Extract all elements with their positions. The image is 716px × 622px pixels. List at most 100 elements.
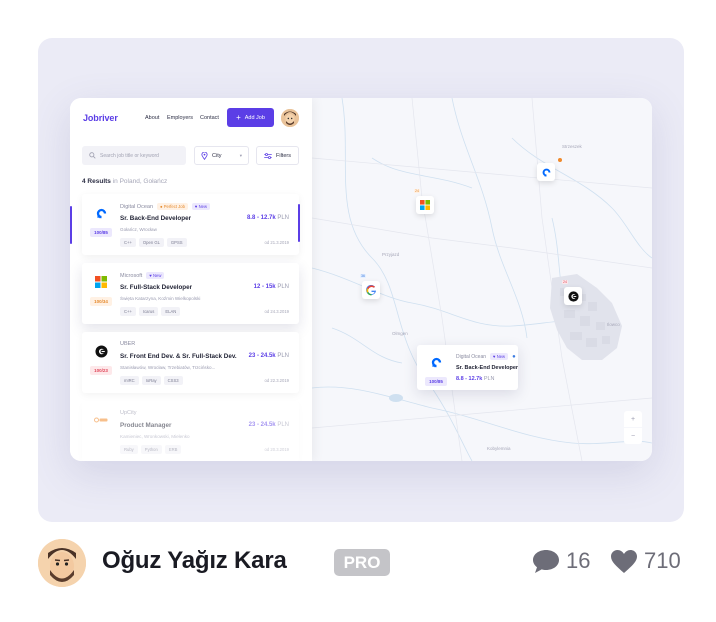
salary-range: 23 - 24.5k [248,422,276,428]
heart-icon: ♥ [493,354,496,359]
zoom-out-button[interactable]: − [624,428,642,444]
job-card-uber[interactable]: 100/23 UBER Sr. Front End Dev. & Sr. Ful… [82,332,299,393]
tag: C++ [120,238,136,247]
job-company: UpCity [120,410,137,416]
flame-icon: ● [160,204,163,209]
map-view[interactable]: Strzeszek Przyjazd Olmgen Kobylemnia Ilo… [312,98,652,461]
job-location: Gołańcz, Wrocław [120,227,157,232]
digital-ocean-logo-icon [542,168,550,176]
google-logo-icon [365,284,376,296]
job-list-panel: Jobriver About Employers Contact + Add J… [70,98,312,461]
results-summary: 4 Results in Poland, Gołańcz [82,178,167,185]
comments-stat[interactable]: 16 [532,548,590,574]
tag: Icarus [138,307,159,316]
tag: C++ [120,307,136,316]
salary-currency: PLN [483,376,495,382]
microsoft-logo-icon [420,200,430,210]
author-name[interactable]: Oğuz Yağız Kara [102,547,287,575]
upcity-logo-icon [94,413,108,427]
uber-logo-icon [94,344,108,358]
app-window: Jobriver About Employers Contact + Add J… [70,98,652,461]
microsoft-logo-icon [94,275,108,289]
job-date: od 22.3.2019 [264,378,289,383]
drop-icon: ● [512,353,516,360]
filters-button[interactable]: Filters [256,146,299,165]
search-input[interactable]: Search job title or keyword [82,146,186,165]
company-name: UBER [120,341,136,347]
zoom-in-button[interactable]: + [624,411,642,427]
comment-bubble-icon [533,550,559,573]
map-pin-digital-ocean[interactable] [537,163,555,181]
salary-range: 8.8 - 12.7k [456,376,483,382]
results-count: 4 Results [82,178,111,185]
user-avatar[interactable] [281,109,299,127]
likes-count: 710 [644,548,681,573]
job-date: od 20.3.2019 [264,447,289,452]
salary-range: 8.8 - 12.7k [246,215,276,221]
tag: IoRay [141,376,161,385]
author-avatar[interactable] [38,539,86,587]
new-label: New [152,273,162,278]
add-job-button[interactable]: + Add Job [227,108,274,127]
nav-employers[interactable]: Employers [167,115,193,121]
tag: Python [140,445,162,454]
match-score: 100/34 [90,297,112,306]
filters-label: Filters [276,152,291,159]
add-job-label: Add Job [244,114,265,121]
shot-preview[interactable]: Jobriver About Employers Contact + Add J… [38,38,684,522]
new-label: New [198,204,207,209]
salary-range: 12 - 15k [253,284,276,290]
job-date: od 24.3.2019 [264,309,289,314]
heart-icon [611,549,637,573]
map-label: Olmgen [392,331,408,336]
map-label: Kobylemnia [487,446,511,451]
map-pin-google[interactable]: 36 [360,274,380,299]
salary-currency: PLN [277,284,289,290]
job-salary: 8.8 - 12.7k PLN [247,215,289,221]
pin-count: 24 [562,280,568,284]
map-label: Ilowco [607,322,620,327]
tag: Open GL [138,238,164,247]
map-background: Strzeszek Przyjazd Olmgen Kobylemnia Ilo… [312,98,652,461]
salary-range: 23 - 24.5k [248,353,276,359]
job-title: Product Manager [120,422,172,429]
map-pin-uber[interactable]: 24 [562,280,582,305]
map-label: Strzeszek [562,144,583,149]
location-pin-icon [201,151,208,160]
city-select[interactable]: City ▾ [194,146,249,165]
job-tags: Ruby Python ERB [120,445,182,454]
popup-salary: 8.8 - 12.7k PLN [456,376,495,382]
job-tags: C++ Icarus ELAN [120,307,181,316]
job-tags: mIRC IoRay CSS3 [120,376,183,385]
search-icon [89,152,96,159]
plus-icon: + [236,112,241,122]
nav-contact[interactable]: Contact [200,115,219,121]
company-name: Digital Ocean [120,203,154,210]
comments-count: 16 [566,548,591,573]
job-salary: 23 - 24.5k PLN [249,422,289,428]
perfect-job-badge: ● Perfect Job [157,203,188,210]
company-name: UpCity [120,410,137,416]
match-score: 100/85 [90,228,112,237]
tag: Ruby [120,445,138,454]
salary-currency: PLN [277,215,289,221]
tag: ELAN [161,307,181,316]
job-card-microsoft[interactable]: 100/34 Microsoft ♥ New Sr. Full-Stack De… [82,263,299,324]
job-card-digital-ocean[interactable]: 100/85 Digital Ocean ● Perfect Job ♥ New… [70,194,300,255]
map-marker-dot [558,158,562,162]
app-logo[interactable]: Jobriver [83,113,118,123]
pin-count: 36 [360,274,366,278]
job-card-upcity[interactable]: UpCity Product Manager 23 - 24.5k PLN Ka… [82,401,299,461]
pro-badge: PRO [334,549,390,576]
job-date: od 21.3.2019 [264,240,289,245]
new-badge: ♥ New [490,353,509,360]
nav-about[interactable]: About [145,115,159,121]
map-pin-microsoft[interactable]: 24 [414,189,434,214]
search-placeholder: Search job title or keyword [100,152,159,159]
digital-ocean-logo-icon [94,206,108,220]
job-title: Sr. Front End Dev. & Sr. Full-Stack Dev. [120,353,237,360]
job-location: Kamieniec, Wronkowski, Mielenko [120,434,190,439]
match-score: 100/23 [90,366,112,375]
map-job-popup[interactable]: 100/85 Digital Ocean ♥ New ● Sr. Back-En… [417,345,518,390]
likes-stat[interactable]: 710 [610,548,681,574]
